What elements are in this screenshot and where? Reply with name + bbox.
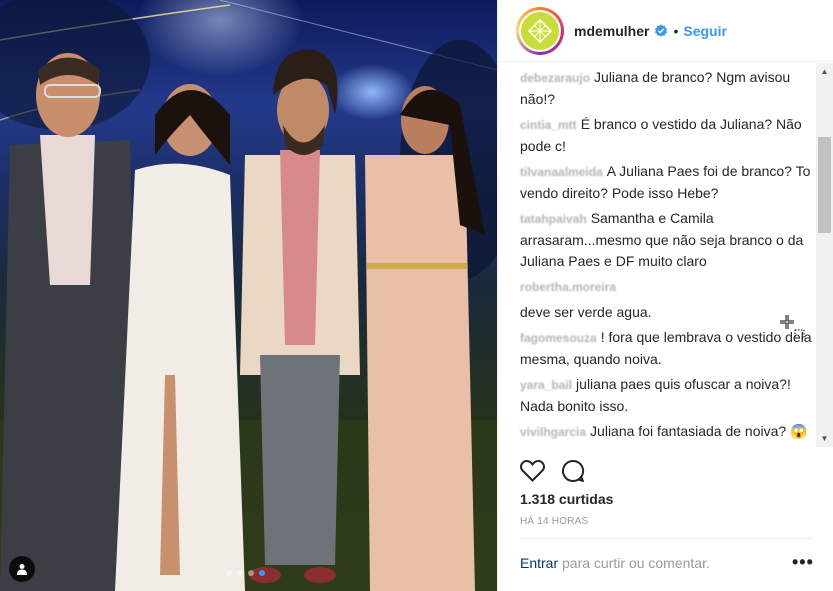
comment-item: cintia_mtt É branco o vestido da Juliana?… [520, 114, 816, 157]
divider [520, 538, 814, 539]
carousel-dot-active[interactable] [259, 570, 265, 576]
carousel-dots [226, 570, 265, 576]
woman-white-dress-figure [115, 84, 245, 591]
scroll-up-arrow-icon[interactable]: ▲ [816, 63, 833, 80]
post-header: mdemulher • Seguir [498, 0, 833, 62]
move-cursor-icon [780, 315, 805, 339]
post-photo[interactable] [0, 0, 497, 591]
comment-item: tatahpaivah Samantha e Camila arrasaram..… [520, 208, 816, 272]
comment-username[interactable]: cintia_mtt [520, 118, 577, 132]
post-timestamp[interactable]: HÁ 14 HORAS [520, 516, 588, 527]
follow-button[interactable]: Seguir [683, 23, 727, 39]
comment-icon[interactable] [561, 459, 585, 483]
comment-item: yara_bail juliana paes quis ofuscar a noi… [520, 374, 816, 417]
login-prompt-text: para curtir ou comentar. [558, 555, 710, 571]
comment-username[interactable]: yara_bail [520, 378, 572, 392]
scrollbar-thumb[interactable] [818, 137, 831, 233]
comment-username[interactable]: robertha.moreira [520, 280, 616, 294]
comment-item: deve ser verde agua. [520, 302, 816, 323]
woman-pink-dress-figure [365, 86, 485, 591]
post-actions [520, 459, 585, 483]
comment-username[interactable]: debezaraujo [520, 71, 590, 85]
header-separator: • [673, 22, 679, 39]
user-tag-button[interactable] [9, 556, 35, 582]
comment-username[interactable]: fagomesouza [520, 331, 597, 345]
more-options-button[interactable]: ••• [792, 552, 814, 573]
carousel-dot[interactable] [237, 570, 243, 576]
user-tag-icon [17, 564, 27, 575]
post-sidebar: mdemulher • Seguir debezaraujo Juliana de… [497, 0, 833, 591]
likes-count[interactable]: 1.318 curtidas [520, 491, 613, 507]
login-link[interactable]: Entrar [520, 555, 558, 571]
comment-item: tilvanaalmeida A Juliana Paes foi de bran… [520, 161, 816, 204]
comment-item: vivilhgarcia Juliana foi fantasiada de no… [520, 421, 816, 443]
comment-username[interactable]: tatahpaivah [520, 212, 587, 226]
heart-icon[interactable] [520, 459, 545, 482]
comment-item: debezaraujo Juliana de branco? Ngm avisou… [520, 67, 816, 110]
comments-scrollbar[interactable]: ▲ ▼ [816, 63, 833, 447]
comment-username[interactable]: vivilhgarcia [520, 425, 586, 439]
username[interactable]: mdemulher [574, 23, 649, 39]
comment-text: deve ser verde agua. [520, 304, 652, 320]
comments-list[interactable]: debezaraujo Juliana de branco? Ngm avisou… [498, 63, 816, 447]
scroll-down-arrow-icon[interactable]: ▼ [816, 430, 833, 447]
comment-item: fagomesouza! fora que lembrava o vestido… [520, 327, 816, 370]
brand-logo-icon [527, 18, 553, 43]
verified-badge-icon [655, 24, 668, 37]
avatar[interactable] [516, 6, 564, 55]
carousel-dot[interactable] [226, 570, 232, 576]
comment-text: Juliana foi fantasiada de noiva? 😱 [590, 423, 808, 439]
login-prompt: Entrar para curtir ou comentar. [520, 555, 710, 571]
comment-item: robertha.moreira [520, 276, 816, 298]
comment-username[interactable]: tilvanaalmeida [520, 165, 603, 179]
carousel-dot[interactable] [248, 570, 254, 576]
